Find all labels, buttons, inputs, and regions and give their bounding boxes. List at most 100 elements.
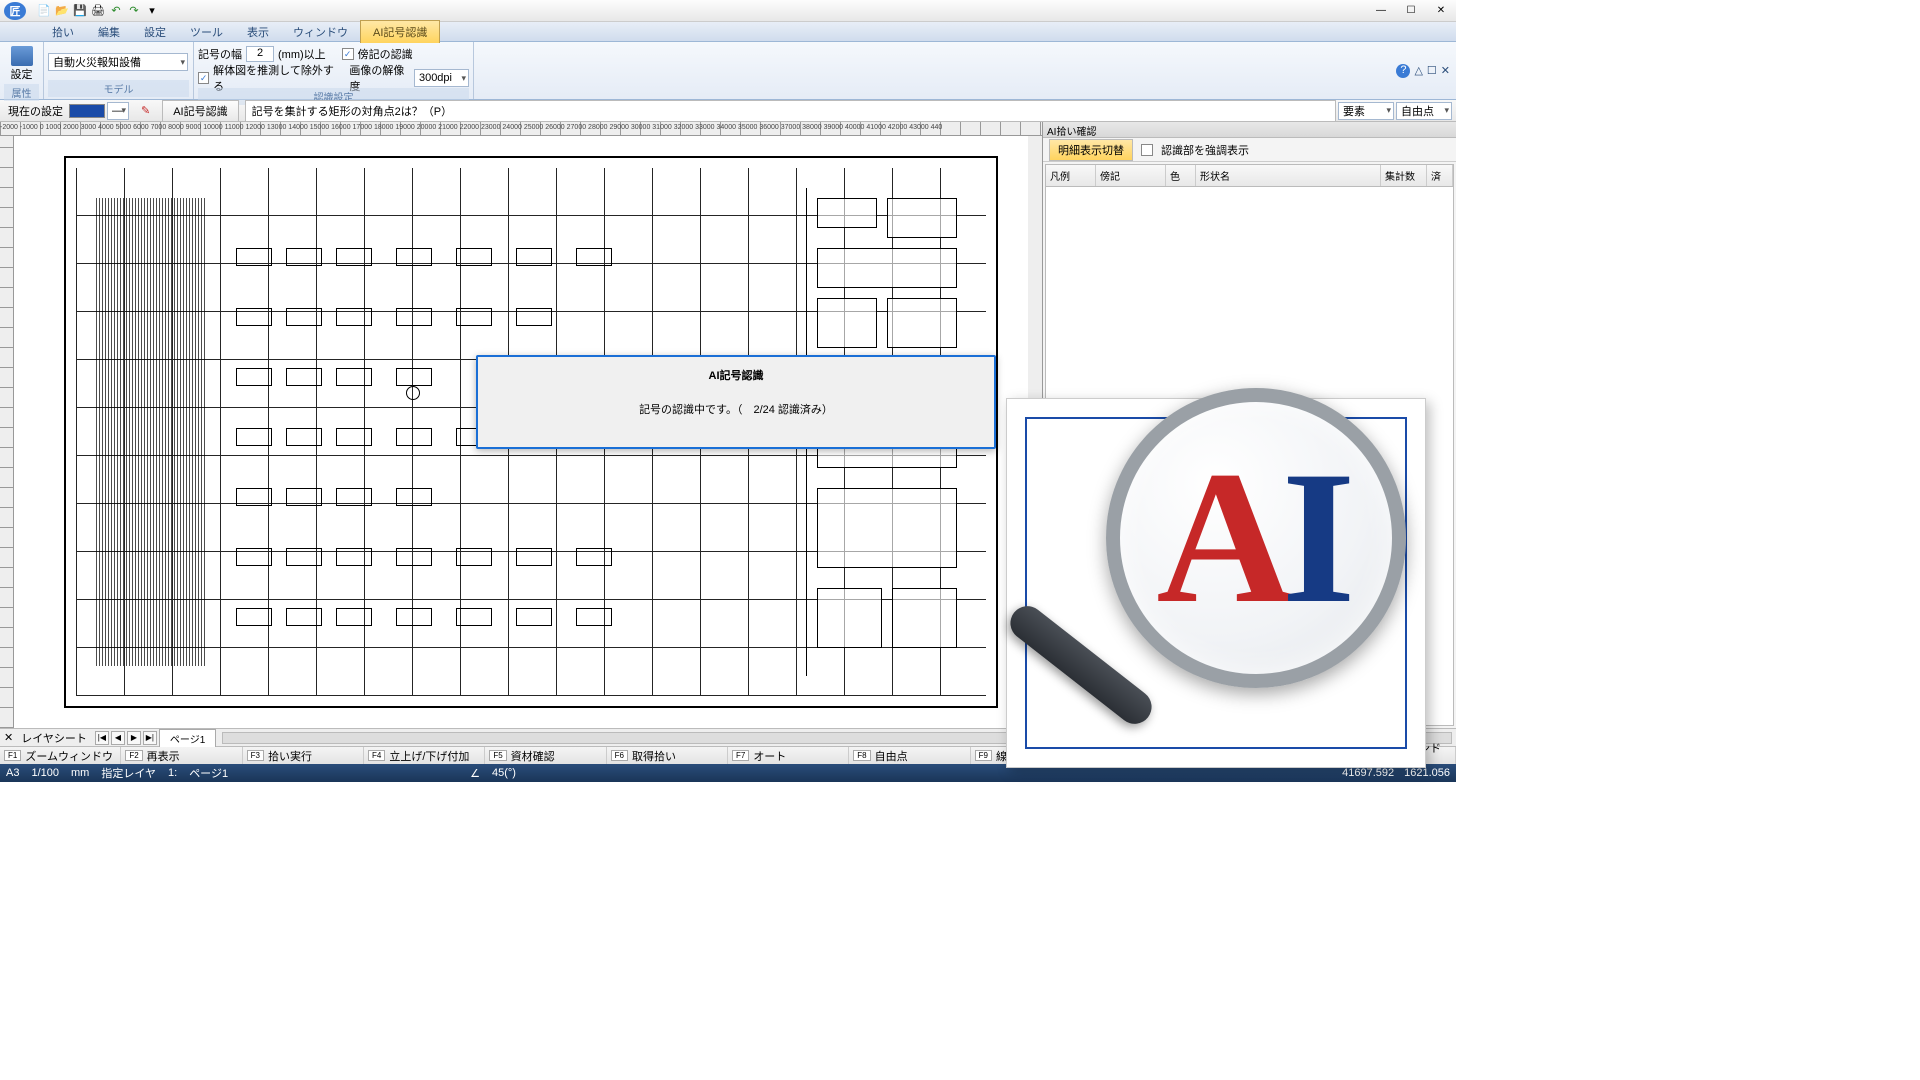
status-angle: 45(°) bbox=[492, 767, 516, 779]
qat-redo-icon[interactable]: ↷ bbox=[126, 3, 142, 19]
menu-hiroi[interactable]: 拾い bbox=[40, 21, 86, 43]
ai-recognition-dialog: AI記号認識 記号の認識中です。（ 2/24 認識済み） bbox=[476, 355, 996, 449]
horizontal-scrollbar[interactable] bbox=[222, 732, 1452, 744]
status-scale: 1/100 bbox=[31, 767, 59, 779]
tab-nav-last[interactable]: ▶| bbox=[143, 731, 157, 745]
help-icon[interactable]: ? bbox=[1396, 64, 1410, 78]
result-table[interactable]: 凡例 傍記 色 形状名 集計数 済 bbox=[1045, 164, 1454, 726]
resolution-combo[interactable]: 300dpi bbox=[414, 69, 469, 87]
snap-element-combo[interactable]: 要素 bbox=[1338, 102, 1394, 120]
fkey-f12[interactable]: F12ズームウィンドウ bbox=[1335, 747, 1456, 764]
equipment-combo[interactable]: 自動火災報知設備 bbox=[48, 53, 188, 71]
symbol-width-input[interactable]: 2 bbox=[246, 46, 274, 62]
symbol-width-unit: (mm)以上 bbox=[278, 46, 326, 62]
qat-save-icon[interactable]: 💾 bbox=[72, 3, 88, 19]
ribbon: 設定 属性 自動火災報知設備 モデル 記号の幅 2 (mm)以上 ✓ 傍記の認識… bbox=[0, 42, 1456, 100]
fkey-f11[interactable]: F11コマンド再実行 bbox=[1213, 747, 1334, 764]
title-bar: 匠 📄 📂 💾 🖨 ↶ ↷ ▾ — ☐ ✕ bbox=[0, 0, 1456, 22]
vertical-ruler bbox=[0, 136, 14, 728]
detail-toggle-button[interactable]: 明細表示切替 bbox=[1049, 139, 1133, 161]
option-bar: 現在の設定 — ✎ AI記号認識 記号を集計する矩形の対角点2は？（P） 要素 … bbox=[0, 100, 1456, 122]
ribbon-help: ? △ ☐ ✕ bbox=[1396, 42, 1456, 99]
symbol-width-label: 記号の幅 bbox=[198, 46, 242, 62]
ai-recognition-button[interactable]: AI記号認識 bbox=[162, 100, 238, 122]
group-zokusei: 属性 bbox=[4, 84, 39, 101]
qat-undo-icon[interactable]: ↶ bbox=[108, 3, 124, 19]
tab-page1[interactable]: ページ1 bbox=[159, 729, 216, 747]
fkey-f1[interactable]: F1ズームウィンドウ bbox=[0, 747, 121, 764]
group-model: モデル bbox=[48, 80, 189, 97]
qat-print-icon[interactable]: 🖨 bbox=[90, 3, 106, 19]
dialog-title: AI記号認識 bbox=[488, 367, 984, 383]
close-panel-icon[interactable]: ✕ bbox=[4, 731, 13, 744]
table-header: 凡例 傍記 色 形状名 集計数 済 bbox=[1046, 165, 1453, 187]
pen-icon[interactable]: ✎ bbox=[141, 104, 150, 117]
ribbon-restore-icon[interactable]: ☐ bbox=[1427, 64, 1437, 77]
fkey-f10[interactable]: F10重複要素検索 bbox=[1092, 747, 1213, 764]
fkey-f3[interactable]: F3拾い実行 bbox=[243, 747, 364, 764]
menu-window[interactable]: ウィンドウ bbox=[281, 21, 360, 43]
menu-settings[interactable]: 設定 bbox=[132, 21, 178, 43]
col-annotation: 傍記 bbox=[1096, 165, 1166, 186]
col-color: 色 bbox=[1166, 165, 1196, 186]
status-layer: 指定レイヤ bbox=[101, 765, 156, 781]
fkey-f5[interactable]: F5資材確認 bbox=[485, 747, 606, 764]
status-unit: mm bbox=[71, 767, 89, 779]
col-count: 集計数 bbox=[1381, 165, 1427, 186]
status-page-name: ページ1 bbox=[189, 765, 228, 781]
qat-new-icon[interactable]: 📄 bbox=[36, 3, 52, 19]
annotation-checkbox[interactable]: ✓ bbox=[342, 48, 354, 60]
menu-edit[interactable]: 編集 bbox=[86, 21, 132, 43]
demolish-checkbox[interactable]: ✓ bbox=[198, 72, 209, 84]
fkey-f6[interactable]: F6取得拾い bbox=[607, 747, 728, 764]
command-prompt: 記号を集計する矩形の対角点2は？（P） bbox=[245, 100, 1336, 122]
annotation-label: 傍記の認識 bbox=[358, 46, 413, 62]
angle-icon[interactable]: ∠ bbox=[470, 767, 480, 780]
horizontal-ruler: -2000 -1000 0 1000 2000 3000 4000 5000 6… bbox=[0, 122, 1042, 136]
status-x: 41697.592 bbox=[1342, 767, 1394, 779]
layersheet-label: レイヤシート bbox=[15, 730, 93, 746]
menu-ai-recognition[interactable]: AI記号認識 bbox=[360, 20, 440, 43]
status-paper: A3 bbox=[6, 767, 19, 779]
vertical-scrollbar[interactable] bbox=[1028, 136, 1042, 728]
highlight-checkbox[interactable] bbox=[1141, 144, 1153, 156]
qat-open-icon[interactable]: 📂 bbox=[54, 3, 70, 19]
fkey-f9[interactable]: F9線種 bbox=[971, 747, 1092, 764]
fkey-f2[interactable]: F2再表示 bbox=[121, 747, 242, 764]
menu-bar: 拾い 編集 設定 ツール 表示 ウィンドウ AI記号認識 bbox=[0, 22, 1456, 42]
dialog-message: 記号の認識中です。（ 2/24 認識済み） bbox=[488, 401, 984, 417]
tab-nav-prev[interactable]: ◀ bbox=[111, 731, 125, 745]
highlight-label: 認識部を強調表示 bbox=[1161, 142, 1249, 158]
minimize-button[interactable]: — bbox=[1366, 1, 1396, 21]
status-page-no: 1: bbox=[168, 767, 177, 779]
tab-nav-first[interactable]: |◀ bbox=[95, 731, 109, 745]
drawing-area[interactable]: -2000 -1000 0 1000 2000 3000 4000 5000 6… bbox=[0, 122, 1042, 728]
quick-access-toolbar: 📄 📂 💾 🖨 ↶ ↷ ▾ bbox=[36, 3, 160, 19]
qat-dropdown-icon[interactable]: ▾ bbox=[144, 3, 160, 19]
ai-pickup-panel: AI拾い確認 明細表示切替 認識部を強調表示 凡例 傍記 色 形状名 集計数 済 bbox=[1042, 122, 1456, 728]
fkey-f8[interactable]: F8自由点 bbox=[849, 747, 970, 764]
status-y: 1621.056 bbox=[1404, 767, 1450, 779]
canvas[interactable]: AI記号認識 記号の認識中です。（ 2/24 認識済み） bbox=[14, 136, 1028, 728]
workspace: -2000 -1000 0 1000 2000 3000 4000 5000 6… bbox=[0, 122, 1456, 728]
line-color-swatch[interactable] bbox=[69, 104, 105, 118]
close-button[interactable]: ✕ bbox=[1426, 1, 1456, 21]
snap-freepoint-combo[interactable]: 自由点 bbox=[1396, 102, 1452, 120]
tab-nav-next[interactable]: ▶ bbox=[127, 731, 141, 745]
ribbon-close-icon[interactable]: ✕ bbox=[1441, 64, 1450, 77]
side-panel-title: AI拾い確認 bbox=[1043, 122, 1456, 138]
fkey-f4[interactable]: F4立上げ/下げ付加 bbox=[364, 747, 485, 764]
hammer-icon bbox=[11, 46, 33, 66]
col-shape: 形状名 bbox=[1196, 165, 1381, 186]
settings-label: 設定 bbox=[11, 66, 33, 82]
menu-tool[interactable]: ツール bbox=[178, 21, 235, 43]
current-setting-label: 現在の設定 bbox=[4, 101, 67, 121]
line-style-combo[interactable]: — bbox=[107, 102, 129, 120]
fkey-f7[interactable]: F7オート bbox=[728, 747, 849, 764]
maximize-button[interactable]: ☐ bbox=[1396, 1, 1426, 21]
settings-button[interactable]: 設定 bbox=[4, 44, 39, 84]
col-done: 済 bbox=[1427, 165, 1453, 186]
ribbon-min-icon[interactable]: △ bbox=[1414, 64, 1422, 77]
menu-view[interactable]: 表示 bbox=[235, 21, 281, 43]
col-legend: 凡例 bbox=[1046, 165, 1096, 186]
